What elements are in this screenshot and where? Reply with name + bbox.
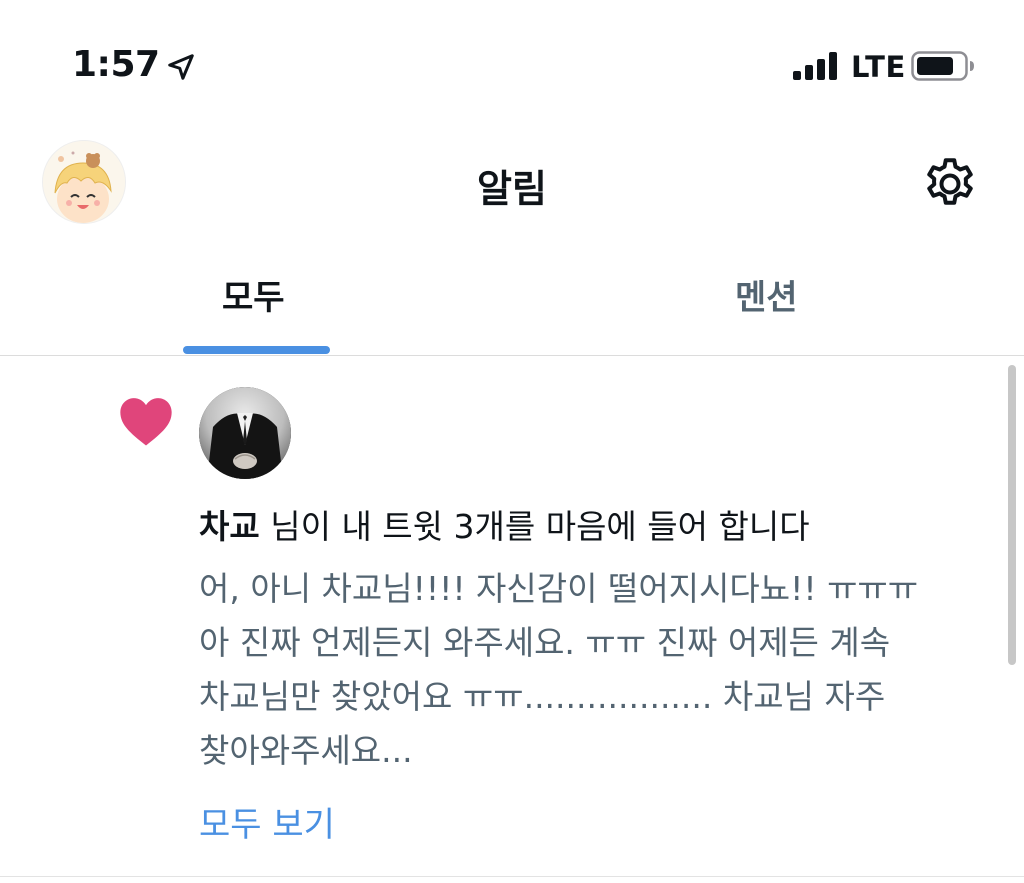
- status-time: 1:57: [72, 44, 160, 85]
- tweet-preview-line: 찾아와주세요...: [199, 731, 413, 770]
- notification-user-name[interactable]: 차교: [199, 507, 260, 546]
- notification-action-text: 님이 내 트윗 3개를 마음에 들어 합니다: [270, 507, 810, 546]
- location-arrow-icon: [168, 54, 194, 80]
- notification-tabs: 모두 멘션: [0, 240, 1024, 356]
- scrollbar[interactable]: [1008, 365, 1016, 665]
- page-title: 알림: [477, 167, 547, 211]
- see-all-link[interactable]: 모두 보기: [199, 797, 335, 846]
- tweet-preview-line: 어, 아니 차교님!!!! 자신감이 떨어지시다뇨!! ㅠㅠㅠ: [199, 569, 919, 608]
- status-bar: 1:57 LTE: [0, 0, 1024, 120]
- notification-item[interactable]: 차교 님이 내 트윗 3개를 마음에 들어 합니다 어, 아니 차교님!!!! …: [0, 357, 1024, 877]
- battery-icon: [911, 51, 974, 81]
- top-app-bar: 알림: [0, 130, 1024, 230]
- tweet-preview-line: 차교님만 찾았어요 ㅠㅠ.................. 차교님 자주: [199, 677, 886, 716]
- tab-all[interactable]: 모두: [222, 270, 285, 319]
- tweet-preview: 어, 아니 차교님!!!! 자신감이 떨어지시다뇨!! ㅠㅠㅠ 아 진짜 언제든…: [199, 562, 989, 778]
- signal-bars-icon: [793, 52, 841, 80]
- notifications-screen: 1:57 LTE 알림 모두 멘션 차교 님이 내 트윗 3개를 마음에 들어 …: [0, 0, 1024, 883]
- notification-headline: 차교 님이 내 트윗 3개를 마음에 들어 합니다: [199, 505, 989, 549]
- network-type: LTE: [851, 50, 906, 84]
- tweet-preview-line: 아 진짜 언제든지 와주세요. ㅠㅠ 진짜 어제든 계속: [199, 623, 891, 662]
- active-tab-indicator: [183, 346, 330, 354]
- tab-mentions[interactable]: 멘션: [735, 270, 798, 319]
- gear-icon[interactable]: [920, 154, 980, 214]
- heart-icon: [120, 398, 172, 446]
- user-avatar-image: [199, 387, 291, 479]
- user-avatar[interactable]: [199, 387, 291, 479]
